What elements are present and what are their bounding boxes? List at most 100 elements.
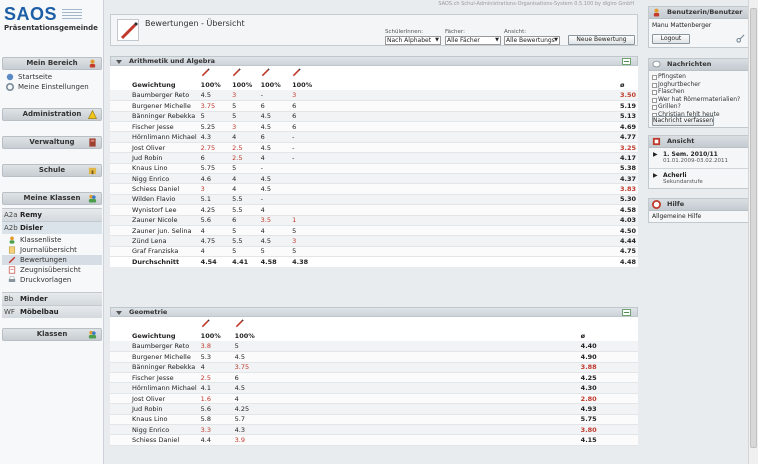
- grade-cell: 2.75: [198, 142, 231, 154]
- collapse-triangle-icon[interactable]: [116, 311, 122, 315]
- grade-cell: 5.6: [198, 403, 233, 415]
- table-row[interactable]: Knaus Lino 5.8 5.7 5.75: [110, 414, 638, 426]
- nav-druckvorlagen[interactable]: Druckvorlagen: [2, 275, 102, 285]
- export-icon[interactable]: [622, 58, 631, 65]
- table-row[interactable]: Jud Robin 5.6 4.25 4.93: [110, 403, 638, 415]
- table-row[interactable]: Burgener Michelle 5.3 4.5 4.90: [110, 351, 638, 363]
- pencil-icon[interactable]: [201, 67, 210, 77]
- table-row[interactable]: Hörnlimann Michael 4.1 4.5 4.30: [110, 382, 638, 394]
- table-row[interactable]: Wilden Flavio 5.1 5.5- 5.30: [110, 194, 638, 206]
- pencil-icon[interactable]: [201, 318, 210, 328]
- edit-assessment-cell[interactable]: [232, 317, 263, 331]
- table-row[interactable]: Nigg Enrico 3.3 4.3 3.80: [110, 424, 638, 436]
- nav-meine-einstellungen[interactable]: Meine Einstellungen: [4, 82, 102, 92]
- nav-zeugnisuebersicht[interactable]: Zeugnisübersicht: [2, 265, 102, 275]
- help-box: Hilfe Allgemeine Hilfe: [648, 198, 750, 223]
- weight-value: 100%: [290, 80, 482, 91]
- message-item[interactable]: Joghurtbecher: [649, 81, 749, 89]
- logo-bars-icon: [62, 9, 82, 21]
- nav-bewertungen[interactable]: Bewertungen: [2, 255, 102, 265]
- semester-item[interactable]: ▶ 1. Sem. 2010/11 01.01.2009-03.02.2011: [649, 148, 749, 169]
- table-row[interactable]: Knaus Lino 5.75 5- 5.38: [110, 163, 638, 175]
- grade-cell: 4: [198, 246, 231, 258]
- right-sidebar: Benutzerin/Benutzer Manu Mattenberger Lo…: [646, 0, 758, 464]
- filter-students-label: SchülerInnen:: [385, 29, 423, 35]
- section-meine-klassen[interactable]: Meine Klassen: [2, 192, 102, 205]
- table-row[interactable]: Jud Robin 6 2.5 4- 4.17: [110, 152, 638, 164]
- chevron-down-icon: ▼: [554, 37, 558, 43]
- table-row[interactable]: Zauner Nicole 5.6 6 3.5 1 4.03: [110, 215, 638, 226]
- table-row[interactable]: Nigg Enrico 4.6 4 4.5 4.37: [110, 173, 638, 185]
- table-row[interactable]: Schiess Daniel 3 4 4.5 3.83: [110, 183, 638, 195]
- pencil-icon[interactable]: [261, 67, 270, 77]
- school-item[interactable]: ▶ Acherli Sekundarstufe: [649, 169, 749, 187]
- table-row[interactable]: Burgener Michelle 3.75 5 6 6 5.19: [110, 100, 638, 112]
- scrollbar-thumb[interactable]: [750, 8, 757, 448]
- semester-dates: 01.01.2009-03.02.2011: [663, 158, 728, 164]
- table-row[interactable]: Graf Franziska 4 5 5 5 4.75: [110, 246, 638, 258]
- logout-button[interactable]: Logout: [652, 34, 690, 44]
- class-code: A2a: [4, 211, 18, 219]
- nav-startseite[interactable]: Startseite: [4, 72, 102, 82]
- grade-cell: 3: [290, 235, 482, 247]
- message-item[interactable]: Pfingsten: [649, 73, 749, 81]
- class-a2a[interactable]: A2a Remy: [2, 208, 102, 221]
- message-item[interactable]: Grillen?: [649, 103, 749, 111]
- filter-subjects-value: Alle Fächer: [447, 37, 480, 44]
- table-row[interactable]: Fischer Jesse 2.5 6 4.25: [110, 372, 638, 384]
- class-a2b[interactable]: A2b Disler: [2, 221, 102, 234]
- section-mein-bereich[interactable]: Mein Bereich: [2, 57, 102, 70]
- key-icon[interactable]: [736, 34, 745, 43]
- table-row[interactable]: Bänninger Rebekka 5 5 4.5 6 5.13: [110, 111, 638, 123]
- collapse-triangle-icon[interactable]: [116, 60, 122, 64]
- class-name: Minder: [20, 295, 48, 303]
- nav-journaluebersicht[interactable]: Journalübersicht: [2, 245, 102, 255]
- edit-assessment-cell[interactable]: [290, 66, 482, 80]
- pencil-icon[interactable]: [292, 67, 301, 77]
- message-item[interactable]: Wer hat Römermaterialien?: [649, 96, 749, 104]
- section-header[interactable]: Geometrie: [110, 307, 638, 317]
- help-title: Hilfe: [667, 200, 685, 208]
- pencil-icon[interactable]: [235, 318, 244, 328]
- pencil-icon[interactable]: [232, 67, 241, 77]
- class-wf[interactable]: WF Möbelbau: [2, 305, 102, 318]
- table-row[interactable]: Schiess Daniel 4.4 3.9 4.15: [110, 434, 638, 446]
- table-row[interactable]: Jost Oliver 2.75 2.5 4.5- 3.25: [110, 142, 638, 154]
- table-row[interactable]: Fischer Jesse 5.25 3 4.5 6 4.69: [110, 121, 638, 133]
- section-verwaltung[interactable]: Verwaltung: [2, 136, 102, 149]
- filter-subjects-select[interactable]: Alle Fächer ▼: [445, 36, 501, 45]
- section-header[interactable]: Arithmetik und Algebra: [110, 56, 638, 66]
- logo[interactable]: SAOS Präsentationsgemeinde: [4, 5, 100, 32]
- edit-assessment-cell[interactable]: [258, 66, 291, 80]
- edit-assessment-cell[interactable]: [198, 66, 231, 80]
- grade-cell: 4: [258, 152, 291, 164]
- edit-assessment-cell[interactable]: [198, 317, 233, 331]
- class-bb[interactable]: Bb Minder: [2, 292, 102, 305]
- table-row[interactable]: Zauner jun. Selina 4 5 4 5 4.50: [110, 225, 638, 237]
- table-row[interactable]: Bänninger Rebekka 4 3.75 3.88: [110, 362, 638, 374]
- weighting-row: Gewichtung 100% 100% 100% 100% ø: [110, 80, 638, 91]
- section-klassen[interactable]: Klassen: [2, 328, 102, 341]
- table-row[interactable]: Zünd Lena 4.75 5.5 4.5 3 4.44: [110, 235, 638, 247]
- average-header: ø: [578, 331, 638, 342]
- filter-view-select[interactable]: Alle Bewertungs ▼: [504, 36, 560, 45]
- semester-label: 1. Sem. 2010/11: [663, 151, 718, 158]
- edit-assessment-cell[interactable]: [230, 66, 259, 80]
- help-link[interactable]: Allgemeine Hilfe: [649, 211, 749, 222]
- filter-students-select[interactable]: Nach Alphabet ▼: [385, 36, 441, 45]
- student-name: Wilden Flavio: [110, 194, 199, 206]
- nav-klassenliste[interactable]: Klassenliste: [2, 235, 102, 245]
- section-administration[interactable]: Administration: [2, 108, 102, 121]
- section-schule[interactable]: Schule: [2, 164, 102, 177]
- scrollbar[interactable]: [748, 0, 758, 464]
- table-row[interactable]: Wynistorf Lee 4.25 5.5 4 4.58: [110, 204, 638, 216]
- new-assessment-button[interactable]: Neue Bewertung: [568, 35, 635, 45]
- export-icon[interactable]: [622, 309, 631, 316]
- table-row[interactable]: Hörnlimann Michael 4.3 4 6- 4.77: [110, 131, 638, 143]
- message-item[interactable]: Flaschen: [649, 88, 749, 96]
- table-row[interactable]: Baumberger Reto 4.5 3-3 3.50: [110, 90, 638, 102]
- table-row[interactable]: Baumberger Reto 3.8 5 4.40: [110, 341, 638, 353]
- compose-message-button[interactable]: Nachricht verfassen: [652, 116, 714, 126]
- table-row[interactable]: Jost Oliver 1.6 4 2.80: [110, 393, 638, 405]
- student-name: Fischer Jesse: [110, 372, 199, 384]
